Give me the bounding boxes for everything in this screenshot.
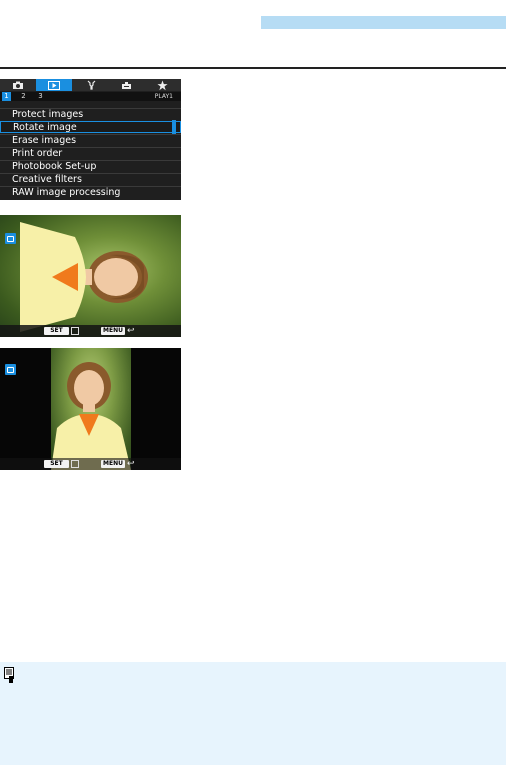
- rotate-small-icon: [71, 327, 79, 335]
- return-icon: ↩: [127, 326, 135, 336]
- custom-functions-icon: [122, 81, 132, 89]
- star-icon: [157, 80, 168, 90]
- menu-item-rotate-image[interactable]: Rotate image: [0, 121, 181, 133]
- screen-bottom-bar: SET MENU ↩: [0, 458, 181, 470]
- set-button[interactable]: SET: [44, 460, 69, 468]
- rotate-screen-before: SET MENU ↩: [0, 215, 181, 337]
- menu-page-indicator: 1 2 3 PLAY1: [0, 92, 181, 101]
- page-1[interactable]: 1: [2, 92, 11, 101]
- rotate-screen-after: SET MENU ↩: [0, 348, 181, 470]
- page-2[interactable]: 2: [19, 92, 28, 101]
- set-button[interactable]: SET: [44, 327, 69, 335]
- note-box: [0, 662, 506, 765]
- tab-playback[interactable]: [36, 79, 73, 91]
- camera-icon: [13, 81, 24, 89]
- rotated-portrait-photo: [20, 222, 148, 332]
- menu-item-raw-image-processing[interactable]: RAW image processing: [0, 186, 181, 198]
- selection-indicator: [172, 120, 176, 134]
- tab-shooting[interactable]: [0, 79, 36, 91]
- menu-item-erase-images[interactable]: Erase images: [0, 134, 181, 146]
- menu-item-photobook-setup[interactable]: Photobook Set-up: [0, 160, 181, 172]
- camera-menu-screen: 1 2 3 PLAY1 Protect images Rotate image …: [0, 79, 181, 200]
- rotate-icon: [5, 364, 16, 375]
- tab-setup[interactable]: [72, 79, 108, 91]
- menu-item-creative-filters[interactable]: Creative filters: [0, 173, 181, 185]
- upright-portrait-photo: [51, 348, 131, 470]
- menu-item-print-order[interactable]: Print order: [0, 147, 181, 159]
- page-3[interactable]: 3: [36, 92, 45, 101]
- rotate-small-icon: [71, 460, 79, 468]
- return-icon: ↩: [127, 459, 135, 469]
- tab-my-menu[interactable]: [145, 79, 181, 91]
- menu-tabs: [0, 79, 181, 91]
- playback-icon: [48, 80, 61, 90]
- menu-button[interactable]: MENU: [101, 460, 125, 468]
- header-rule: [0, 67, 506, 69]
- menu-item-protect-images[interactable]: Protect images: [0, 108, 181, 120]
- tab-custom[interactable]: [109, 79, 145, 91]
- memo-icon: [4, 667, 14, 683]
- menu-button[interactable]: MENU: [101, 327, 125, 335]
- header-color-bar: [261, 16, 506, 29]
- rotate-icon: [5, 233, 16, 244]
- wrench-icon: [87, 80, 95, 90]
- screen-bottom-bar: SET MENU ↩: [0, 325, 181, 337]
- menu-tab-label: PLAY1: [154, 93, 173, 100]
